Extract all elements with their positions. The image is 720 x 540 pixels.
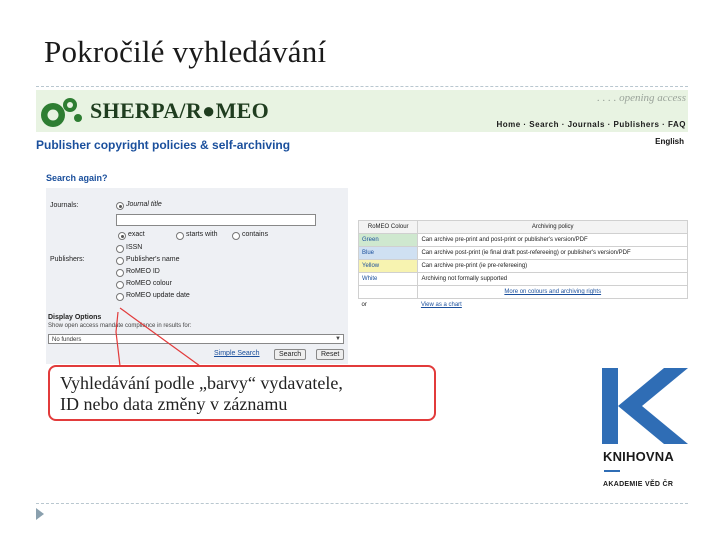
issn-radio[interactable] xyxy=(116,245,124,253)
policy-text: Can archive pre-print and post-print or … xyxy=(417,233,688,247)
publisher-name-option: Publisher's name xyxy=(126,256,180,263)
callout-line-2: ID nebo data změny v záznamu xyxy=(60,394,288,414)
table-row: More on colours and archiving rights xyxy=(357,285,688,299)
romeo-id-option: RoMEO ID xyxy=(126,268,160,275)
match-contains-label: contains xyxy=(242,231,269,238)
empty-cell xyxy=(357,285,419,299)
nav-journals[interactable]: Journals xyxy=(568,120,605,129)
romeo-banner: SHERPA/R●MEO . . . . opening access Home… xyxy=(36,90,688,132)
policy-text: Can archive post-print (ie final draft p… xyxy=(417,246,688,260)
table-row: White Archiving not formally supported xyxy=(357,272,688,286)
table-row: or View as a chart xyxy=(359,299,688,312)
romeo-subtitle: Publisher copyright policies & self-arch… xyxy=(36,138,291,152)
table-row: Blue Can archive post-print (ie final dr… xyxy=(357,246,688,260)
journals-label: Journals: xyxy=(50,202,79,209)
romeo-brand: SHERPA/R●MEO xyxy=(90,98,270,123)
colour-white[interactable]: White xyxy=(357,272,419,286)
romeo-colour-option: RoMEO colour xyxy=(126,280,172,287)
library-name: KNIHOVNA xyxy=(603,449,674,464)
callout-box: Vyhledávání podle „barvy“ vydavatele, ID… xyxy=(48,365,436,421)
nav-publishers[interactable]: Publishers xyxy=(614,120,660,129)
romeo-tagline: . . . . opening access xyxy=(597,92,686,104)
simple-search-link[interactable]: Simple Search xyxy=(214,350,260,357)
match-exact-label: exact xyxy=(128,231,145,238)
slide-title: Pokročilé vyhledávání xyxy=(44,34,327,69)
nav-home[interactable]: Home xyxy=(496,120,520,129)
policy-text: Archiving not formally supported xyxy=(417,272,688,286)
nav-faq[interactable]: FAQ xyxy=(668,120,686,129)
publishers-label: Publishers: xyxy=(50,256,85,263)
funder-select-value: No funders xyxy=(52,337,82,343)
more-link-cell: More on colours and archiving rights xyxy=(417,285,688,299)
issn-option: ISSN xyxy=(126,244,143,251)
more-colours-link[interactable]: More on colours and archiving rights xyxy=(504,289,601,295)
journal-title-radio[interactable] xyxy=(116,202,124,210)
colour-blue[interactable]: Blue xyxy=(357,246,419,260)
reset-button[interactable]: Reset xyxy=(316,349,345,360)
journal-title-option: Journal title xyxy=(126,201,162,208)
publisher-name-radio[interactable] xyxy=(116,257,124,265)
romeo-update-date-radio[interactable] xyxy=(116,293,124,301)
table-header-colour: RoMEO Colour xyxy=(357,220,419,234)
callout-text: Vyhledávání podle „barvy“ vydavatele, ID… xyxy=(60,373,343,415)
match-starts-label: starts with xyxy=(186,231,218,238)
table-header-row: RoMEO Colour Archiving policy xyxy=(357,220,688,234)
chevron-down-icon: ▼ xyxy=(335,336,341,342)
match-starts-radio[interactable] xyxy=(176,232,184,240)
table-header-policy: Archiving policy xyxy=(417,220,688,234)
view-chart-link[interactable]: View as a chart xyxy=(421,302,462,308)
colour-table: RoMEO Colour Archiving policy Green Can … xyxy=(357,220,688,312)
policy-text: Can archive pre-print (ie pre-refereeing… xyxy=(417,259,688,273)
library-academy: AKADEMIE VĚD ČR xyxy=(603,481,674,488)
romeo-colour-radio[interactable] xyxy=(116,281,124,289)
match-exact-radio[interactable] xyxy=(118,232,126,240)
romeo-logo-icon xyxy=(41,98,82,127)
callout-line-1: Vyhledávání podle „barvy“ vydavatele, xyxy=(60,373,343,393)
language-link[interactable]: English xyxy=(655,137,684,146)
nav-search[interactable]: Search xyxy=(529,120,559,129)
library-divider xyxy=(604,470,620,472)
top-nav: Home · Search · Journals · Publishers · … xyxy=(496,120,686,129)
slide-bullet-icon xyxy=(36,508,44,520)
display-options-label: Display Options xyxy=(48,314,102,321)
colour-yellow[interactable]: Yellow xyxy=(357,259,419,273)
display-options-sub: Show open access mandate compliance in r… xyxy=(48,323,192,329)
colour-green[interactable]: Green xyxy=(357,233,419,247)
funder-select[interactable]: No funders ▼ xyxy=(48,334,344,344)
chart-link-cell: View as a chart xyxy=(418,299,688,312)
table-row: Green Can archive pre-print and post-pri… xyxy=(357,233,688,247)
table-row: Yellow Can archive pre-print (ie pre-ref… xyxy=(357,259,688,273)
search-button[interactable]: Search xyxy=(274,349,307,360)
match-contains-radio[interactable] xyxy=(232,232,240,240)
romeo-update-date-option: RoMEO update date xyxy=(126,292,190,299)
search-again-heading: Search again? xyxy=(46,173,108,183)
romeo-id-radio[interactable] xyxy=(116,269,124,277)
or-cell: or xyxy=(361,302,367,308)
knihovna-logo-icon xyxy=(602,368,688,444)
journal-title-input[interactable] xyxy=(116,214,316,226)
